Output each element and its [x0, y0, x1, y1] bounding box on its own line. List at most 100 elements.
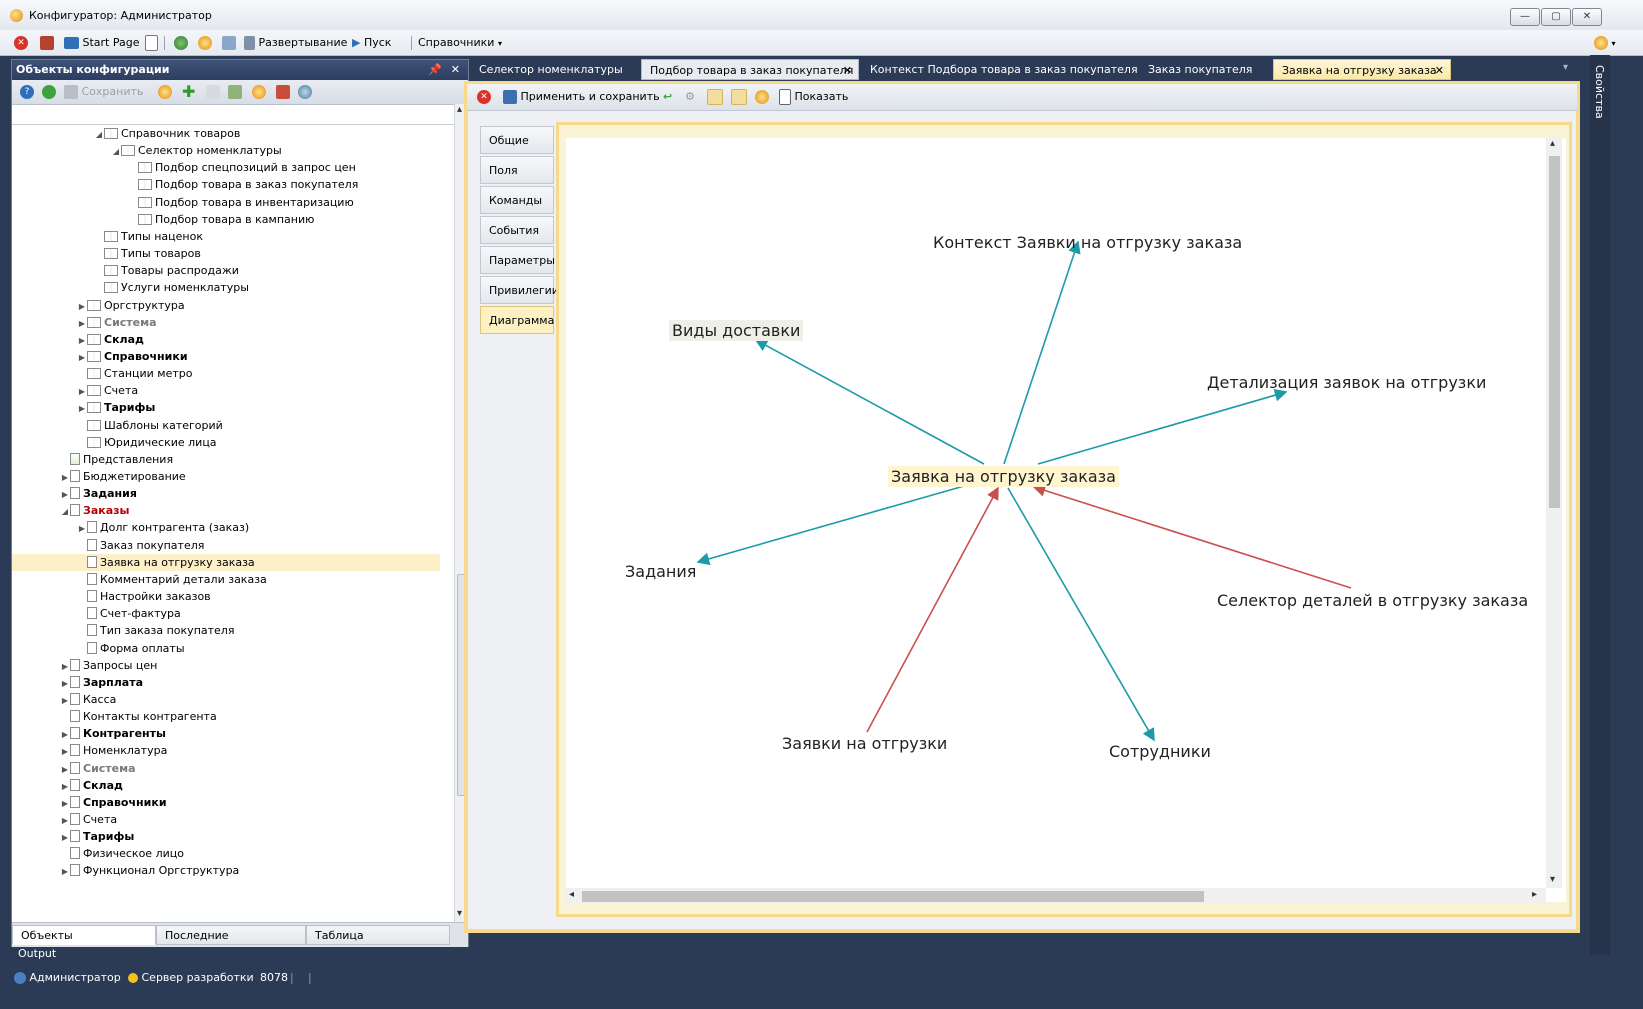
diagram-node-staff[interactable]: Сотрудники	[1106, 741, 1214, 762]
tab-product-selection[interactable]: Подбор товара в заказ покупателя ✕	[641, 59, 859, 80]
tree-node[interactable]: ◢ Селектор номенклатуры	[113, 142, 282, 159]
save-button[interactable]: Сохранить	[64, 85, 143, 99]
table-icon[interactable]	[276, 85, 290, 99]
expand-toggle-icon[interactable]: ▶	[77, 315, 87, 332]
diagram-horizontal-scrollbar[interactable]: ◂ ▸	[566, 888, 1546, 904]
tree-node[interactable]: ▶ Касса	[62, 691, 116, 708]
tree-node[interactable]: ▶ Счета	[62, 811, 117, 828]
tree-node[interactable]: ▶ Тарифы	[79, 399, 155, 416]
side-tab-diagram[interactable]: Диаграмма	[480, 306, 554, 334]
help-icon[interactable]: ?	[20, 85, 34, 99]
expand-toggle-icon[interactable]: ▶	[77, 298, 87, 315]
expand-toggle-icon[interactable]: ▶	[60, 761, 70, 778]
expand-toggle-icon[interactable]: ▶	[60, 486, 70, 503]
expand-toggle-icon[interactable]: ▶	[77, 349, 87, 366]
expand-toggle-icon[interactable]: ▶	[77, 520, 87, 537]
tab-recent[interactable]: Последние	[156, 925, 306, 945]
scroll-down-icon[interactable]: ▾	[457, 908, 462, 919]
user-icon[interactable]	[40, 34, 54, 51]
scroll-up-icon[interactable]: ▴	[457, 104, 462, 115]
diagram-node-center[interactable]: Заявка на отгрузку заказа	[888, 466, 1119, 487]
tree-node[interactable]: Комментарий детали заказа	[87, 571, 267, 588]
close-tab-icon[interactable]: ✕	[843, 60, 852, 81]
expand-toggle-icon[interactable]: ◢	[111, 143, 121, 160]
expand-toggle-icon[interactable]: ▶	[60, 863, 70, 880]
side-tab-general[interactable]: Общие	[480, 126, 554, 154]
tree-node[interactable]: Шаблоны категорий	[87, 417, 223, 434]
gear-icon[interactable]: ⚙	[685, 89, 695, 105]
scroll-down-icon[interactable]: ▾	[1550, 874, 1555, 885]
tabs-dropdown-icon[interactable]: ▾	[1563, 62, 1568, 73]
tree-node[interactable]: ▶ Функционал Оргструктура	[62, 862, 239, 879]
tree-node[interactable]: Заявка на отгрузку заказа	[12, 554, 440, 571]
expand-toggle-icon[interactable]: ▶	[77, 400, 87, 417]
tree-node[interactable]: Тип заказа покупателя	[87, 622, 234, 639]
add-icon[interactable]: ✚	[182, 84, 195, 100]
expand-toggle-icon[interactable]: ▶	[60, 726, 70, 743]
tree-node[interactable]: Настройки заказов	[87, 588, 211, 605]
tab-customer-order[interactable]: Заказ покупателя	[1140, 59, 1270, 80]
diagram-canvas[interactable]: Заявка на отгрузку заказа Контекст Заявк…	[566, 138, 1566, 902]
expand-toggle-icon[interactable]: ▶	[60, 692, 70, 709]
references-menu[interactable]: Справочники ▾	[418, 34, 502, 51]
tree-node[interactable]: ▶ Счета	[79, 382, 138, 399]
diagram-vertical-scrollbar[interactable]: ▴ ▾	[1546, 138, 1562, 888]
tab-objects[interactable]: Объекты	[12, 925, 156, 945]
stop-icon[interactable]: ✕	[14, 34, 28, 51]
tree-node[interactable]: ▶ Зарплата	[62, 674, 143, 691]
diagram-node-selector[interactable]: Селектор деталей в отгрузку заказа	[1214, 590, 1531, 611]
scroll-thumb[interactable]	[582, 891, 1204, 902]
expand-toggle-icon[interactable]: ▶	[60, 812, 70, 829]
diagram-node-tasks[interactable]: Задания	[622, 561, 699, 582]
side-tab-fields[interactable]: Поля	[480, 156, 554, 184]
deploy-button[interactable]: Развертывание	[244, 34, 347, 51]
maximize-button[interactable]: ▢	[1541, 8, 1571, 26]
tree-node[interactable]: ▶ Бюджетирование	[62, 468, 186, 485]
expand-toggle-icon[interactable]: ◢	[60, 503, 70, 520]
tree-node[interactable]: Контакты контрагента	[70, 708, 217, 725]
key-icon[interactable]	[731, 89, 747, 105]
diagram-node-requests[interactable]: Заявки на отгрузки	[779, 733, 950, 754]
diagram-node-detail[interactable]: Детализация заявок на отгрузки	[1204, 372, 1489, 393]
start-page-button[interactable]: Start Page	[64, 34, 140, 51]
network-icon[interactable]	[222, 34, 236, 51]
side-tab-events[interactable]: События	[480, 216, 554, 244]
cancel-icon[interactable]: ✕	[477, 89, 491, 105]
properties-strip[interactable]: Свойства	[1590, 55, 1610, 955]
tree-node[interactable]: ▶ Система	[79, 314, 157, 331]
tree-node[interactable]: Типы наценок	[104, 228, 203, 245]
tree-node[interactable]: Подбор товара в инвентаризацию	[138, 194, 354, 211]
plugin-icon[interactable]	[158, 85, 172, 99]
font-icon[interactable]	[145, 34, 158, 51]
close-tab-icon[interactable]: ✕	[1435, 60, 1444, 81]
expand-toggle-icon[interactable]: ▶	[60, 778, 70, 795]
tree-node[interactable]: Услуги номенклатуры	[104, 279, 249, 296]
folder-icon[interactable]	[206, 85, 220, 99]
settings-icon[interactable]	[252, 85, 266, 99]
tree-node[interactable]: ▶ Справочники	[62, 794, 167, 811]
tree-node[interactable]: ▶ Склад	[79, 331, 144, 348]
search-db-icon[interactable]	[298, 85, 312, 99]
tree-node[interactable]: Представления	[70, 451, 173, 468]
tree-node[interactable]: ▶ Склад	[62, 777, 123, 794]
tree-node[interactable]: ◢ Заказы	[62, 502, 129, 519]
undo-icon[interactable]: ↩	[663, 89, 672, 105]
diagram-node-context[interactable]: Контекст Заявки на отгрузку заказа	[930, 232, 1245, 253]
scroll-right-icon[interactable]: ▸	[1532, 889, 1537, 900]
tree-node[interactable]: Форма оплаты	[87, 640, 185, 657]
minimize-button[interactable]: —	[1510, 8, 1540, 26]
show-button[interactable]: Показать	[779, 89, 848, 105]
tree-node[interactable]: ▶ Тарифы	[62, 828, 134, 845]
tree-node[interactable]: Юридические лица	[87, 434, 217, 451]
tree-node[interactable]: Товары распродажи	[104, 262, 239, 279]
tab-product-selection-context[interactable]: Контекст Подбора товара в заказ покупате…	[862, 59, 1138, 80]
tree-node[interactable]: ▶ Задания	[62, 485, 137, 502]
tree-node[interactable]: ▶ Справочники	[79, 348, 188, 365]
plugin-icon[interactable]	[198, 34, 212, 51]
tree-node[interactable]: Подбор товара в заказ покупателя	[138, 176, 358, 193]
tree-node[interactable]: ▶ Контрагенты	[62, 725, 166, 742]
close-window-button[interactable]: ✕	[1572, 8, 1602, 26]
tree-node[interactable]: ◢ Справочник товаров	[96, 125, 240, 142]
tree-node[interactable]: Типы товаров	[104, 245, 201, 262]
expand-toggle-icon[interactable]: ▶	[60, 829, 70, 846]
